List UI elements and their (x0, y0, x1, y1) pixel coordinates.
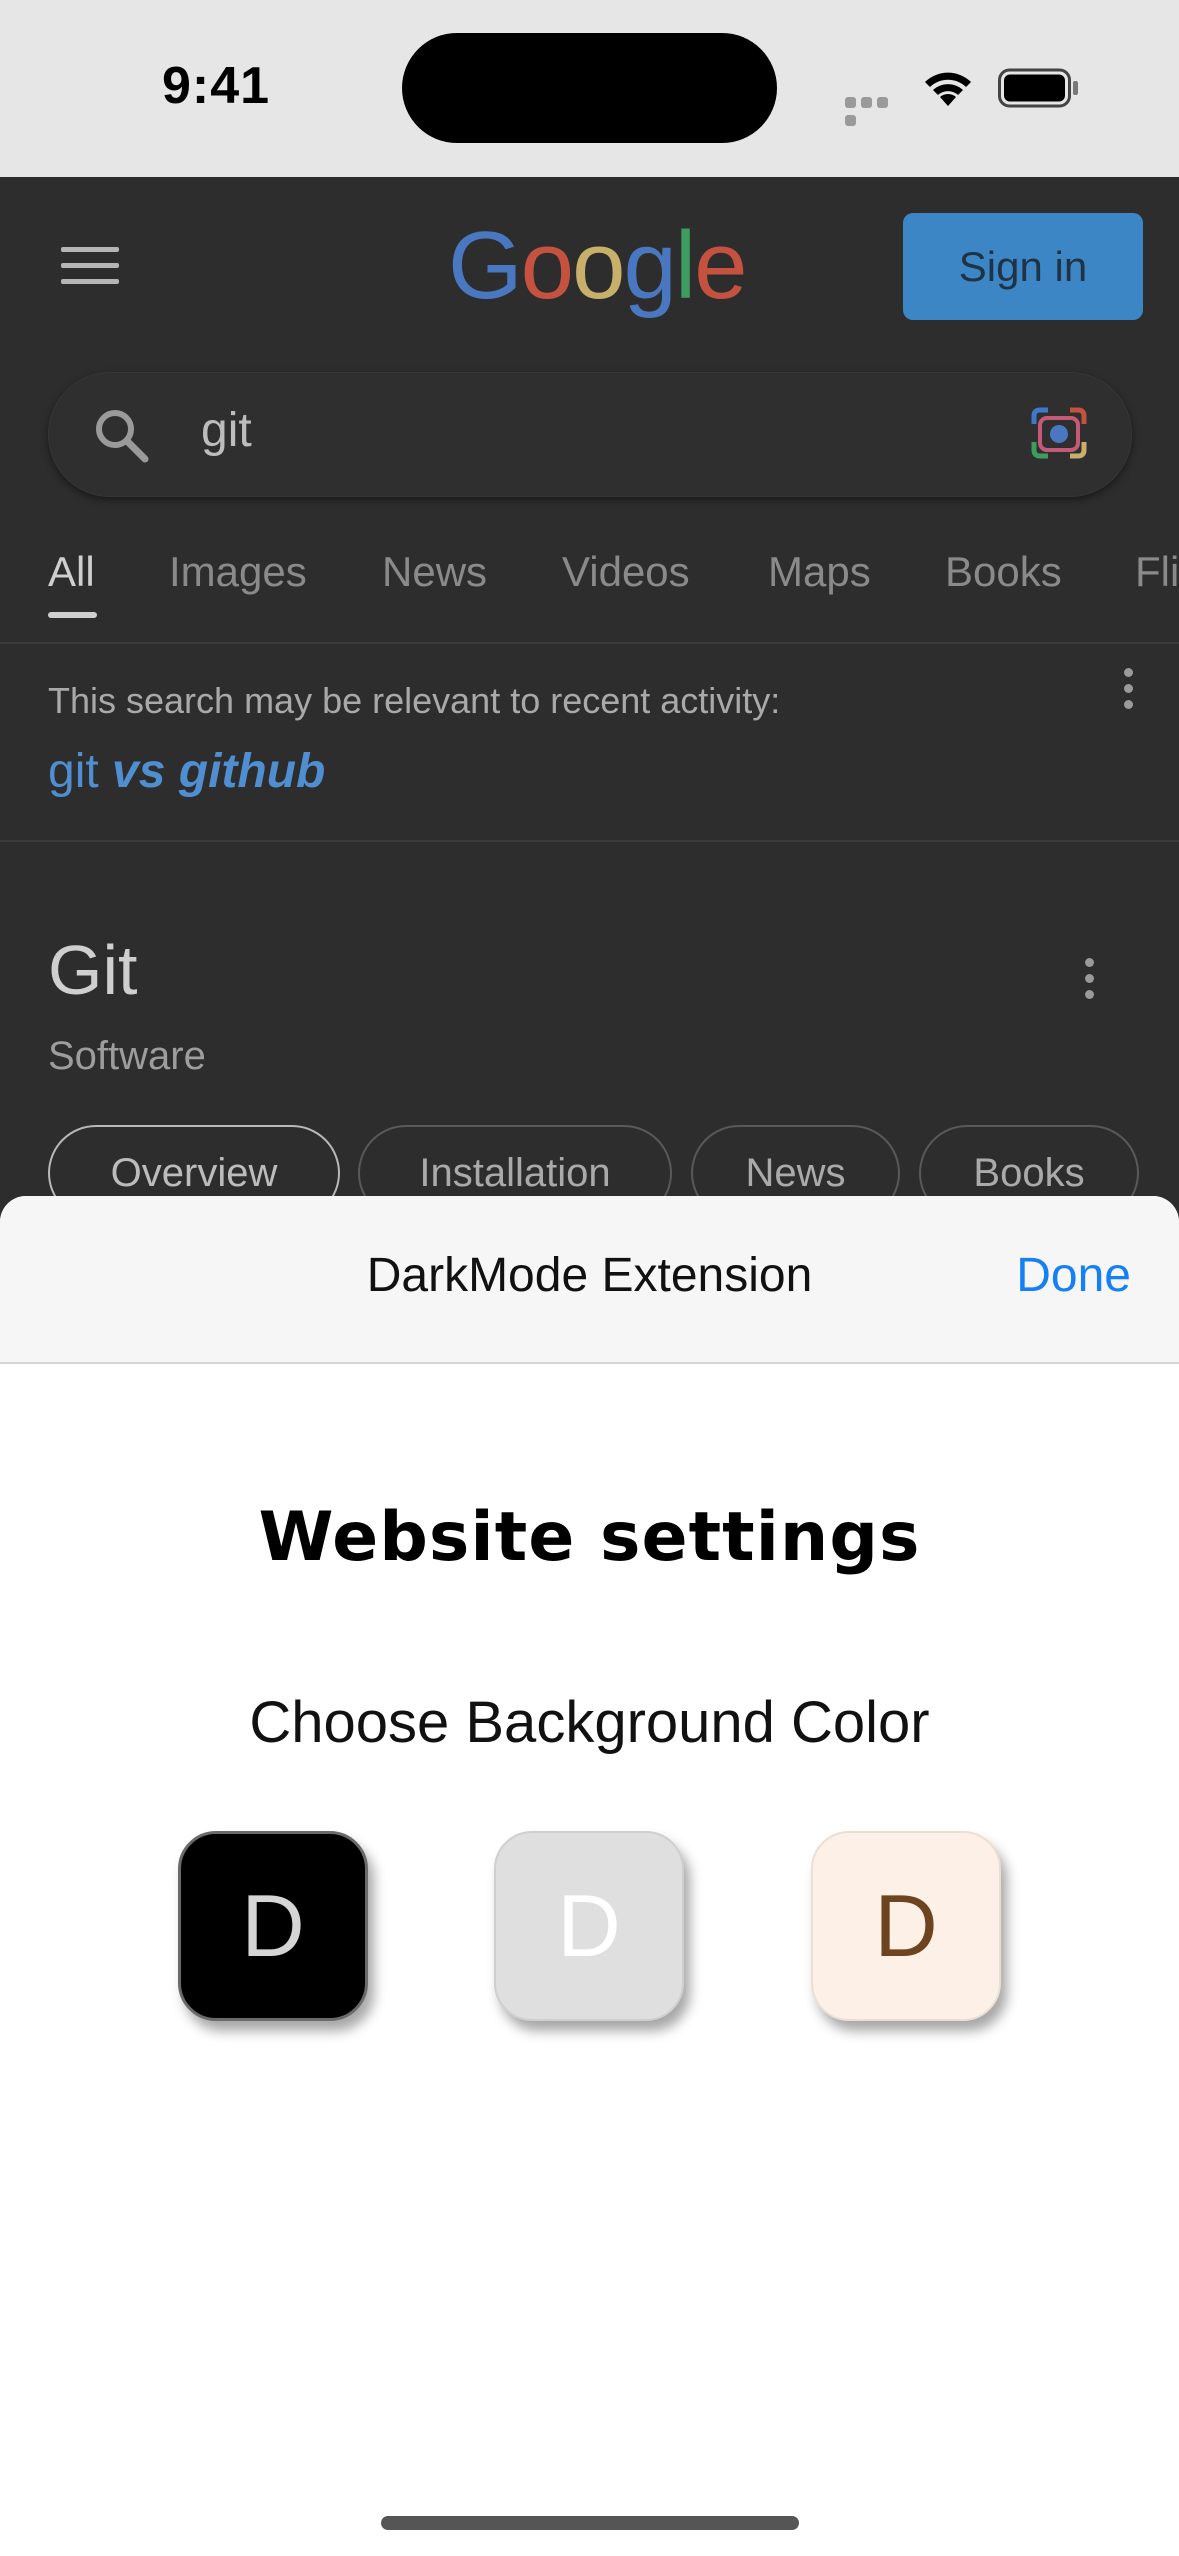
search-icon (96, 410, 149, 463)
tabs-divider (0, 642, 1179, 644)
google-logo[interactable]: Google (448, 218, 748, 314)
wifi-icon (925, 72, 971, 106)
sepia-background-option[interactable]: D (811, 1831, 1001, 2021)
google-lens-icon[interactable] (1028, 404, 1090, 462)
sign-in-button[interactable]: Sign in (903, 213, 1143, 320)
tab-news[interactable]: News (382, 548, 487, 596)
section-divider (0, 840, 1179, 842)
search-input[interactable]: git (48, 372, 1132, 497)
logo-letter: o (520, 212, 574, 319)
extension-sheet: DarkMode Extension Done Website settings… (0, 1196, 1179, 2556)
dynamic-island (402, 33, 777, 143)
knowledge-panel-subtitle: Software (48, 1034, 206, 1078)
related-search-link[interactable]: git vs github (48, 744, 325, 799)
tab-books[interactable]: Books (945, 548, 1062, 596)
logo-letter: e (694, 212, 747, 319)
more-options-icon[interactable] (1083, 958, 1095, 1002)
tab-flights[interactable]: Fli (1135, 548, 1179, 596)
website-settings-heading: Website settings (258, 1498, 921, 1577)
background-color-label: Choose Background Color (249, 1690, 930, 1755)
status-time: 9:41 (162, 57, 271, 115)
done-button[interactable]: Done (1016, 1248, 1131, 1303)
sheet-header: DarkMode Extension Done (0, 1196, 1179, 1364)
sheet-title: DarkMode Extension (366, 1249, 813, 1302)
battery-icon (998, 68, 1078, 108)
logo-letter: l (674, 212, 696, 319)
active-tab-indicator (48, 612, 97, 618)
tab-images[interactable]: Images (169, 548, 307, 596)
logo-letter: G (448, 212, 523, 319)
gray-background-option[interactable]: D (494, 1831, 684, 2021)
tab-all[interactable]: All (48, 548, 95, 596)
cellular-signal-icon (845, 95, 905, 126)
menu-icon[interactable] (61, 247, 119, 285)
tab-maps[interactable]: Maps (768, 548, 871, 596)
home-indicator[interactable] (381, 2516, 799, 2530)
more-options-icon[interactable] (1122, 668, 1134, 712)
black-background-option[interactable]: D (178, 1831, 368, 2021)
search-query: git (201, 404, 252, 457)
knowledge-panel-title: Git (48, 931, 138, 1009)
logo-letter: g (623, 212, 676, 319)
status-bar: 9:41 (0, 0, 1179, 177)
recent-activity-caption: This search may be relevant to recent ac… (48, 680, 781, 721)
tab-videos[interactable]: Videos (562, 548, 690, 596)
logo-letter: o (572, 212, 625, 319)
related-search-plain: git (48, 745, 99, 798)
related-search-bold: vs github (112, 745, 326, 798)
